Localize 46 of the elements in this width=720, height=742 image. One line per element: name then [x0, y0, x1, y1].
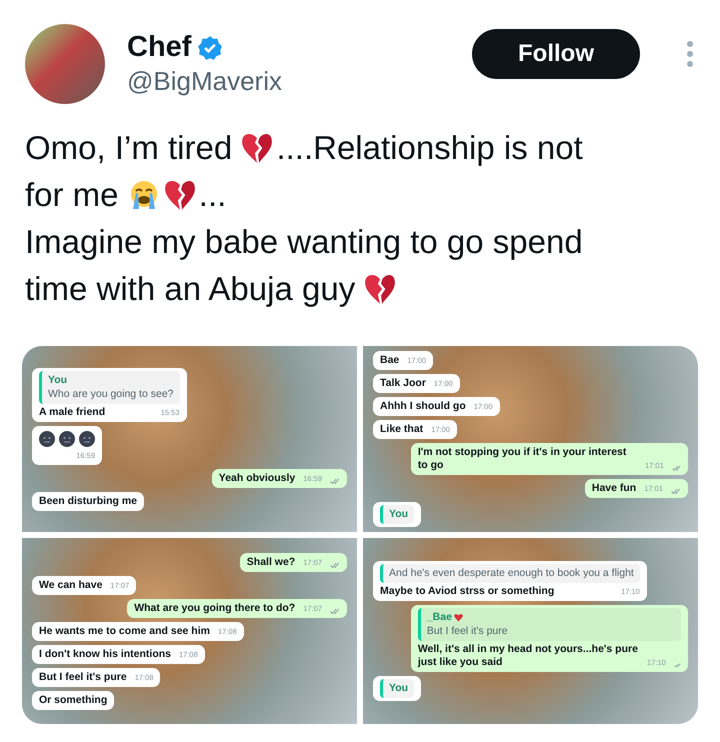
tweet-text: Imagine my babe wanting to go spend: [25, 222, 583, 262]
message-text: Well, it's all in my head not yours...he's pure just like you said: [418, 643, 639, 669]
follow-button[interactable]: Follow: [472, 29, 640, 79]
message-text: Shall we?: [246, 556, 296, 568]
broken-heart-icon: [240, 132, 274, 164]
broken-heart-icon: [162, 179, 197, 211]
double-check-icon: [671, 488, 681, 495]
double-check-icon: [674, 662, 681, 669]
message-text: Talk Joor: [380, 377, 426, 390]
message-text: Been disturbing me: [39, 494, 138, 508]
quote-text: But I feel it's pure: [426, 625, 509, 638]
message-text: Have fun: [592, 482, 636, 495]
face-icon: [39, 430, 55, 446]
message-text: I don't know his intentions: [39, 648, 171, 660]
tweet-text: ....Relationship is not: [276, 128, 583, 168]
message-text: What are you going there to do?: [134, 602, 296, 614]
quote-author: You: [389, 508, 408, 521]
message-text: A male friend: [39, 406, 106, 418]
double-check-icon: [672, 465, 681, 472]
face-icon: [79, 430, 95, 446]
tweet-text: Omo, I’m tired: [25, 128, 232, 168]
quote-author: _Bae: [426, 611, 675, 624]
double-check-icon: [330, 608, 340, 614]
message-text: Yeah obviously: [218, 472, 296, 484]
message-text: I'm not stopping you if it's in your interest to go: [418, 446, 628, 472]
user-handle[interactable]: @BigMaverix: [127, 66, 450, 97]
message-text: Bae: [380, 354, 400, 367]
broken-heart-icon: [363, 273, 398, 305]
message-text: He wants me to come and see him: [39, 624, 210, 638]
quote-author: You: [389, 682, 408, 695]
face-icon: [59, 430, 75, 446]
display-name[interactable]: Chef: [127, 31, 192, 64]
message-text: Like that: [380, 423, 424, 436]
message-text: We can have: [39, 578, 102, 592]
message-text: But I feel it's pure: [39, 670, 127, 684]
tweet-text: ...: [198, 175, 226, 215]
quote-text: Who are you going to see?: [48, 388, 174, 400]
tweet-text: for me: [25, 175, 119, 215]
double-check-icon: [330, 562, 340, 568]
message-text: Ahhh I should go: [380, 400, 466, 413]
quote-text: And he's even desperate enough to book you a flight: [389, 567, 634, 580]
quote-author: You: [48, 374, 68, 386]
message-text: Or something: [39, 694, 108, 706]
message-text: Maybe to Aviod strss or something: [380, 585, 554, 598]
tweet-text: time with an Abuja guy: [25, 269, 356, 309]
double-check-icon: [330, 478, 340, 484]
